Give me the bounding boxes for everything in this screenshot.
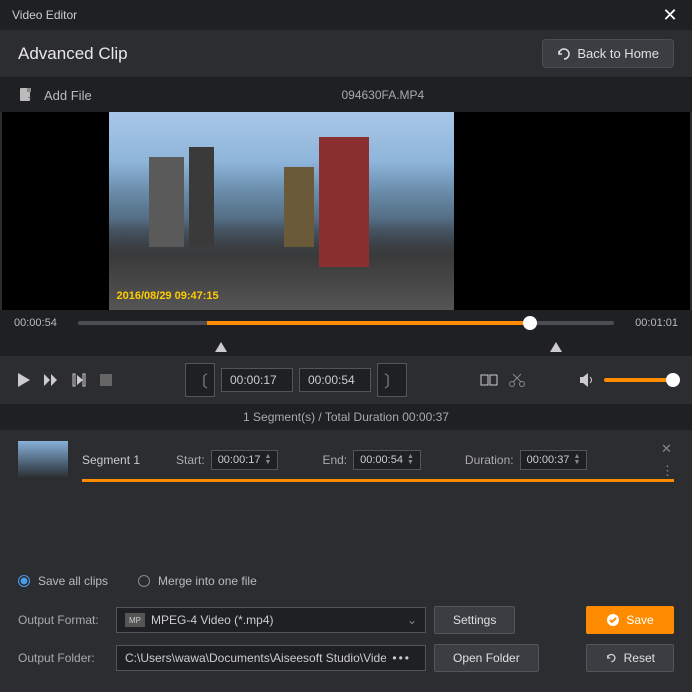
volume-slider[interactable] (604, 378, 674, 382)
radio-icon (18, 575, 30, 587)
segment-delete-icon[interactable]: ✕ (661, 441, 674, 457)
cut-button[interactable] (508, 372, 526, 388)
settings-button[interactable]: Settings (434, 606, 515, 634)
clip-end-marker[interactable] (550, 342, 562, 352)
save-all-radio[interactable]: Save all clips (18, 574, 108, 588)
reset-icon (605, 651, 618, 665)
timeline-track[interactable] (78, 321, 614, 325)
clip-start-marker[interactable] (215, 342, 227, 352)
titlebar: Video Editor ✕ (0, 0, 692, 30)
mpeg-icon: MP (125, 613, 145, 627)
save-all-label: Save all clips (38, 574, 108, 588)
segment-start-input[interactable]: 00:00:17▲▼ (211, 450, 279, 470)
segment-row[interactable]: Segment 1 Start: 00:00:17▲▼ End: 00:00:5… (0, 430, 692, 490)
output-folder-value: C:\Users\wawa\Documents\Aiseesoft Studio… (125, 651, 386, 665)
merge-radio[interactable]: Merge into one file (138, 574, 257, 588)
segment-thumbnail (18, 441, 68, 479)
segment-duration-input[interactable]: 00:00:37▲▼ (520, 450, 588, 470)
current-time: 00:00:54 (14, 317, 68, 329)
stop-button[interactable] (100, 374, 112, 386)
preview-frame: 2016/08/29 09:47:15 (109, 112, 454, 310)
chevron-down-icon: ⌄ (407, 613, 417, 627)
timeline-fill (207, 321, 529, 325)
segment-more-icon[interactable]: ⋮ (661, 463, 674, 479)
split-tools (480, 372, 526, 388)
segment-duration-field: Duration: 00:00:37▲▼ (465, 450, 587, 470)
reset-button[interactable]: Reset (586, 644, 674, 672)
svg-text:+: + (28, 93, 33, 102)
merge-label: Merge into one file (158, 574, 257, 588)
clip-range-group: 〔 00:00:17 00:00:54 〕 (185, 363, 407, 397)
total-time: 00:01:01 (624, 317, 678, 329)
timeline: 00:00:54 00:01:01 (0, 310, 692, 336)
output-folder-row: Output Folder: C:\Users\wawa\Documents\A… (18, 644, 674, 672)
segment-end-field: End: 00:00:54▲▼ (322, 450, 420, 470)
back-to-home-button[interactable]: Back to Home (542, 39, 674, 68)
output-format-select[interactable]: MP MPEG-4 Video (*.mp4) ⌄ (116, 607, 426, 633)
video-preview[interactable]: 2016/08/29 09:47:15 (2, 112, 690, 310)
clip-start-input[interactable]: 00:00:17 (221, 368, 293, 392)
current-filename: 094630FA.MP4 (92, 88, 674, 102)
back-label: Back to Home (577, 46, 659, 61)
save-button[interactable]: Save (586, 606, 674, 634)
segment-end-label: End: (322, 453, 347, 467)
preview-timestamp: 2016/08/29 09:47:15 (117, 290, 219, 302)
window-title: Video Editor (12, 8, 77, 22)
clip-end-input[interactable]: 00:00:54 (299, 368, 371, 392)
segment-actions: ✕ ⋮ (661, 441, 674, 479)
output-format-label: Output Format: (18, 613, 108, 627)
volume-icon[interactable] (580, 373, 596, 387)
browse-folder-button[interactable]: ••• (386, 651, 417, 665)
open-folder-button[interactable]: Open Folder (434, 644, 539, 672)
split-button[interactable] (480, 372, 498, 388)
close-button[interactable]: ✕ (660, 5, 680, 26)
output-panel: Output Format: MP MPEG-4 Video (*.mp4) ⌄… (0, 596, 692, 692)
save-options: Save all clips Merge into one file (0, 566, 692, 596)
output-folder-input[interactable]: C:\Users\wawa\Documents\Aiseesoft Studio… (116, 645, 426, 671)
add-file-label: Add File (44, 88, 92, 103)
play-button[interactable] (18, 373, 30, 387)
back-icon (557, 47, 571, 61)
page-title: Advanced Clip (18, 44, 128, 64)
file-add-icon: + (18, 87, 34, 103)
radio-icon (138, 575, 150, 587)
segment-progress-bar (82, 479, 674, 482)
segment-start-label: Start: (176, 453, 205, 467)
timeline-thumb[interactable] (523, 316, 537, 330)
output-format-value: MPEG-4 Video (*.mp4) (151, 613, 274, 627)
volume-control (580, 373, 674, 387)
output-folder-label: Output Folder: (18, 651, 108, 665)
segment-duration-label: Duration: (465, 453, 514, 467)
playback-controls: 〔 00:00:17 00:00:54 〕 (0, 356, 692, 404)
set-end-button[interactable]: 〕 (377, 363, 407, 397)
output-format-row: Output Format: MP MPEG-4 Video (*.mp4) ⌄… (18, 606, 674, 634)
segments-summary: 1 Segment(s) / Total Duration 00:00:37 (0, 404, 692, 430)
volume-thumb[interactable] (666, 373, 680, 387)
toolbar: + Add File 094630FA.MP4 (0, 78, 692, 112)
clip-markers (0, 336, 692, 356)
next-frame-button[interactable] (72, 373, 86, 387)
segment-end-input[interactable]: 00:00:54▲▼ (353, 450, 421, 470)
add-file-button[interactable]: + Add File (18, 87, 92, 103)
segment-name: Segment 1 (82, 453, 162, 467)
spacer (0, 490, 692, 566)
check-icon (606, 613, 620, 627)
segment-start-field: Start: 00:00:17▲▼ (176, 450, 278, 470)
header: Advanced Clip Back to Home (0, 30, 692, 78)
fast-forward-button[interactable] (44, 374, 58, 386)
set-start-button[interactable]: 〔 (185, 363, 215, 397)
